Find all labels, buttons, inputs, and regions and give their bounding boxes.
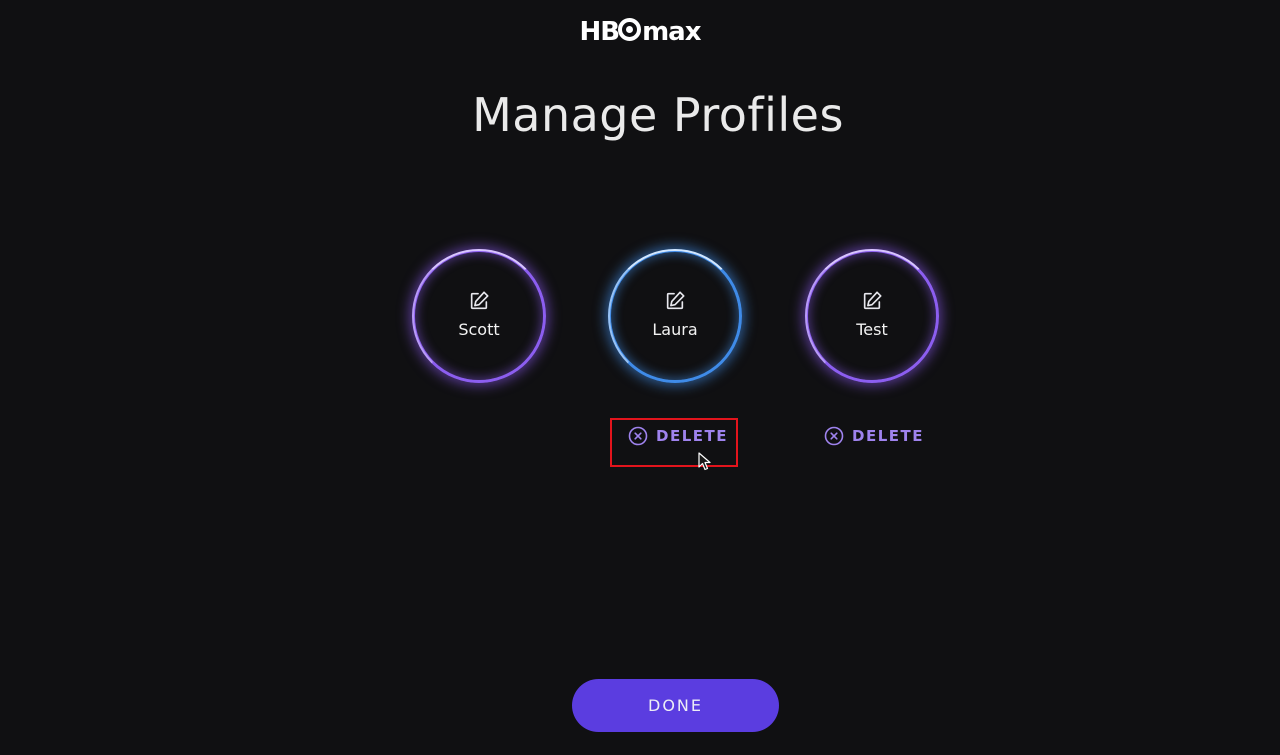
edit-pencil-icon[interactable]: [664, 290, 686, 312]
edit-pencil-icon[interactable]: [861, 290, 883, 312]
mouse-pointer-icon: [698, 452, 711, 471]
profile-test[interactable]: Test: [805, 249, 939, 383]
page-title: Manage Profiles: [472, 88, 844, 142]
delete-profile-test-button[interactable]: DELETE: [824, 426, 924, 446]
delete-label: DELETE: [852, 427, 924, 445]
profile-laura[interactable]: Laura: [608, 249, 742, 383]
focus-highlight-box: [610, 418, 738, 467]
done-label: DONE: [648, 696, 703, 715]
close-circle-icon: [824, 426, 844, 446]
done-button[interactable]: DONE: [572, 679, 779, 732]
logo-text-right: max: [642, 17, 701, 47]
profile-name: Test: [856, 319, 888, 339]
logo-o-icon: [618, 18, 642, 41]
profile-name: Scott: [458, 319, 500, 339]
hbo-max-logo: HB max: [0, 16, 1280, 48]
logo-text-left: HB: [579, 17, 621, 47]
profile-name: Laura: [652, 319, 698, 339]
edit-pencil-icon[interactable]: [468, 290, 490, 312]
profile-scott[interactable]: Scott: [412, 249, 546, 383]
